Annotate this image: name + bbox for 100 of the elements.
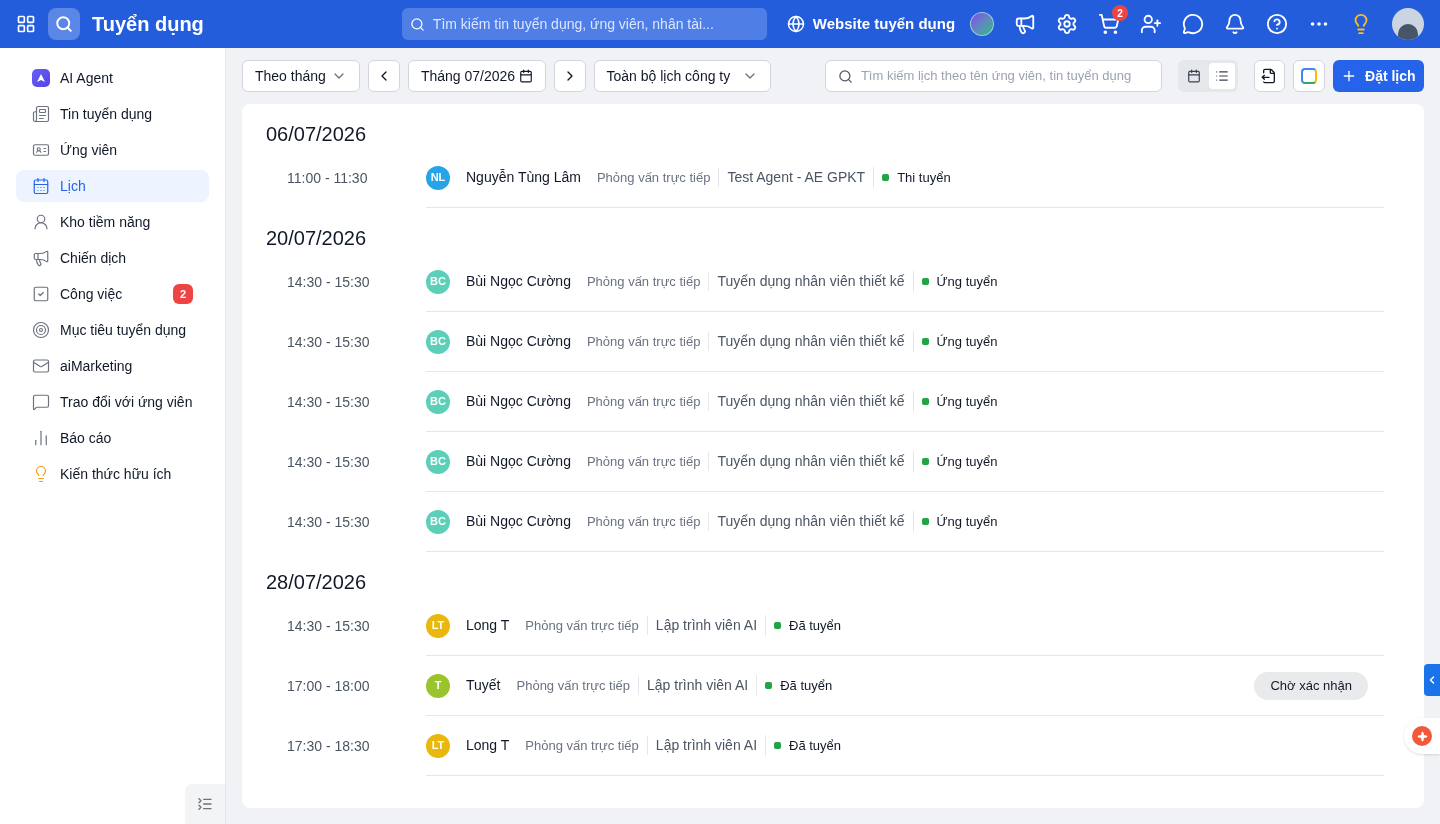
candidate-name: Long T: [466, 736, 510, 755]
event-row[interactable]: BC Bùi Ngọc Cường Phỏng vấn trực tiếp Tuyển dụng nhân viên thiết kế Ứng tuyển: [426, 432, 1384, 492]
avatar-initials: BC: [426, 509, 450, 534]
sidebar-item[interactable]: Trao đổi với ứng viên: [16, 386, 209, 418]
megaphone-icon[interactable]: [1014, 13, 1036, 35]
agent-logo-icon: [32, 69, 50, 87]
website-link[interactable]: Website tuyển dụng: [786, 12, 956, 36]
status-label: Ứng tuyển: [936, 392, 998, 411]
event-row[interactable]: LT Long T Phỏng vấn trực tiếp Lập trình viên AI Đã tuyển: [426, 716, 1384, 776]
google-calendar-button[interactable]: [1293, 60, 1325, 92]
calendar-icon: [519, 69, 533, 83]
event-row[interactable]: BC Bùi Ngọc Cường Phỏng vấn trực tiếp Tuyển dụng nhân viên thiết kế Ứng tuyển: [426, 372, 1384, 432]
job-title: Test Agent - AE GPKT: [719, 167, 875, 188]
avatar-initials: T: [426, 673, 450, 698]
collapse-button[interactable]: [185, 784, 225, 824]
globe-icon: [786, 15, 805, 33]
apps-grid-icon[interactable]: [16, 14, 36, 34]
interview-type: Phỏng vấn trực tiếp: [586, 451, 710, 472]
sidebar-item[interactable]: Mục tiêu tuyển dụng: [16, 314, 209, 346]
month-picker[interactable]: Tháng 07/2026: [407, 60, 546, 92]
sparkle-icon: [1412, 726, 1432, 746]
sidebar-item[interactable]: Lịch: [16, 170, 209, 202]
sidebar-item[interactable]: Kho tiềm năng: [16, 206, 209, 238]
candidate-name: Bùi Ngọc Cường: [466, 452, 571, 471]
job-title: Lập trình viên AI: [647, 615, 767, 636]
schedule-search-field[interactable]: Tìm kiếm lịch theo tên ứng viên, tin tuyển dụng: [824, 60, 1162, 92]
time-range: 14:30 - 15:30: [286, 616, 371, 636]
user-avatar[interactable]: [1392, 8, 1424, 40]
job-title: Tuyển dụng nhân viên thiết kế: [709, 331, 914, 352]
previous-button[interactable]: [368, 60, 400, 92]
time-range: 14:30 - 15:30: [286, 452, 371, 472]
chat-icon[interactable]: [1182, 13, 1204, 35]
interview-type: Phỏng vấn trực tiếp: [525, 615, 648, 636]
export-button[interactable]: [1253, 60, 1286, 92]
notifications-icon[interactable]: [1224, 13, 1246, 35]
avatar-initials: BC: [426, 449, 450, 474]
collapse-icon: [197, 796, 213, 812]
event-row[interactable]: BC Bùi Ngọc Cường Phỏng vấn trực tiếp Tuyển dụng nhân viên thiết kế Ứng tuyển: [426, 252, 1384, 312]
sidebar-item[interactable]: AI Agent: [16, 62, 209, 94]
candidate-name: Tuyết: [466, 676, 501, 695]
avatar-initials: BC: [426, 329, 450, 354]
date-heading: 28/07/2026: [266, 570, 368, 595]
avatar-initials: LT: [426, 733, 450, 758]
candidate-name: Bùi Ngọc Cường: [466, 332, 571, 351]
calendar-icon: [32, 177, 50, 195]
sidebar-item[interactable]: Ứng viên: [16, 134, 209, 166]
megaphone-icon: [32, 249, 50, 267]
job-title: Tuyển dụng nhân viên thiết kế: [709, 451, 914, 472]
interview-type: Phỏng vấn trực tiếp: [516, 675, 639, 696]
sidebar-item[interactable]: Tin tuyển dụng: [16, 98, 209, 130]
list-view-button[interactable]: [1208, 63, 1235, 89]
date-heading: 20/07/2026: [266, 226, 368, 251]
mail-icon: [32, 357, 50, 375]
candidate-name: Bùi Ngọc Cường: [466, 272, 571, 291]
event-row[interactable]: LT Long T Phỏng vấn trực tiếp Lập trình viên AI Đã tuyển: [426, 596, 1384, 656]
event-row[interactable]: T Tuyết Phỏng vấn trực tiếp Lập trình viên AI Đã tuyển Chờ xác nhận: [426, 656, 1384, 716]
add-user-icon[interactable]: [1140, 13, 1162, 35]
time-range: 11:00 - 11:30: [286, 168, 369, 188]
time-range: 14:30 - 15:30: [286, 512, 371, 532]
next-button[interactable]: [554, 60, 586, 92]
avatar-initials: LT: [426, 613, 450, 638]
target-icon: [32, 321, 50, 339]
settings-icon[interactable]: [1056, 13, 1078, 35]
interview-type: Phỏng vấn trực tiếp: [586, 391, 710, 412]
event-row[interactable]: BC Bùi Ngọc Cường Phỏng vấn trực tiếp Tuyển dụng nhân viên thiết kế Ứng tuyển: [426, 492, 1384, 552]
status-label: Ứng tuyển: [936, 272, 998, 291]
date-heading: 06/07/2026: [266, 122, 368, 147]
status-label: Đã tuyển: [780, 676, 833, 695]
chart-icon: [32, 429, 50, 447]
job-title: Tuyển dụng nhân viên thiết kế: [709, 271, 914, 292]
sidebar-item[interactable]: Công việc 2: [16, 278, 209, 310]
period-dropdown[interactable]: Theo tháng: [242, 60, 361, 92]
count-badge: 2: [173, 284, 193, 304]
event-row[interactable]: BC Bùi Ngọc Cường Phỏng vấn trực tiếp Tuyển dụng nhân viên thiết kế Ứng tuyển: [426, 312, 1384, 372]
search-field[interactable]: Tìm kiếm tin tuyển dụng, ứng viên, nhân tài...: [401, 8, 767, 40]
avatar-initials: NL: [426, 165, 450, 190]
add-schedule-button[interactable]: Đặt lịch: [1332, 60, 1425, 92]
app-logo-icon: [48, 8, 80, 40]
time-range: 17:30 - 18:30: [286, 736, 371, 756]
plus-icon: [1341, 68, 1357, 84]
event-row[interactable]: NL Nguyễn Tùng Lâm Phỏng vấn trực tiếp Test Agent - AE GPKT Thi tuyển: [426, 148, 1384, 208]
notification-badge: 2: [1112, 5, 1128, 21]
avatar-initials: BC: [426, 269, 450, 294]
ai-assistant-button[interactable]: [1404, 718, 1440, 754]
pending-button[interactable]: Chờ xác nhận: [1254, 671, 1368, 700]
id-card-icon: [32, 141, 50, 159]
status-label: Đã tuyển: [789, 616, 842, 635]
job-title: Tuyển dụng nhân viên thiết kế: [709, 391, 914, 412]
time-range: 14:30 - 15:30: [286, 272, 371, 292]
status-label: Ứng tuyển: [936, 512, 998, 531]
sidebar-item[interactable]: Chiến dịch: [16, 242, 209, 274]
sidebar-item[interactable]: aiMarketing: [16, 350, 209, 382]
scope-dropdown[interactable]: Toàn bộ lịch công ty: [593, 60, 771, 92]
candidate-name: Bùi Ngọc Cường: [466, 392, 571, 411]
sidebar-item[interactable]: Kiến thức hữu ích: [16, 458, 209, 490]
status-label: Ứng tuyển: [936, 452, 998, 471]
time-range: 14:30 - 15:30: [286, 332, 371, 352]
side-panel-tab[interactable]: [1424, 664, 1440, 696]
help-icon[interactable]: [1266, 13, 1288, 35]
sidebar-item[interactable]: Báo cáo: [16, 422, 209, 454]
